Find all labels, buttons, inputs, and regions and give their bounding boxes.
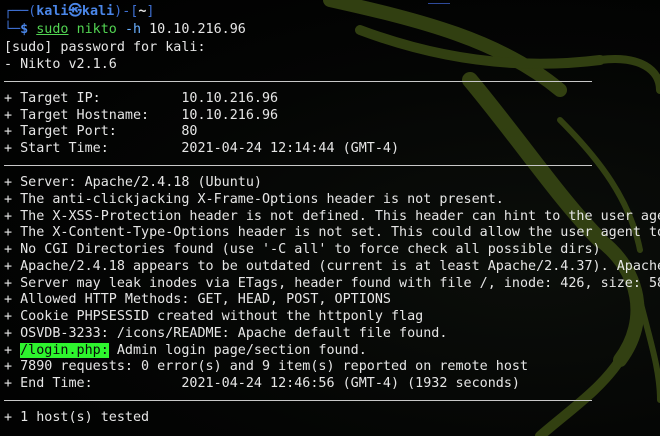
server-line: + Server: Apache/2.4.18 (Ubuntu): [4, 175, 262, 190]
separator-2: [4, 165, 592, 166]
hosts-tested: + 1 host(s) tested: [4, 410, 150, 425]
login-description: Admin login page/section found.: [108, 343, 367, 358]
start-time: + Start Time: 2021-04-24 12:14:44 (GMT-4…: [4, 141, 400, 156]
login-prefix: +: [4, 343, 21, 358]
cgi-line: + No CGI Directories found (use '-C all'…: [4, 242, 601, 257]
separator-1: [4, 81, 592, 82]
end-time: + End Time: 2021-04-24 12:46:56 (GMT-4) …: [4, 376, 520, 391]
command-argument: 10.10.216.96: [149, 22, 246, 37]
login-path-highlight[interactable]: /login.php:: [20, 343, 109, 358]
login-line: + /login.php: Admin login page/section f…: [4, 342, 367, 359]
prompt-at: ㉿: [68, 4, 82, 19]
outdated-line: + Apache/2.4.18 appears to be outdated (…: [4, 259, 660, 274]
nikto-version: - Nikto v2.1.6: [4, 57, 117, 72]
methods-line: + Allowed HTTP Methods: GET, HEAD, POST,…: [4, 292, 391, 307]
command-flag: -h: [124, 22, 142, 37]
terminal-window[interactable]: ┌──(kali㉿kali)-[~] └─$ sudo nikto -h 10.…: [0, 0, 660, 436]
osvdb-line: + OSVDB-3233: /icons/README: Apache defa…: [4, 326, 448, 341]
xss-line: + The X-XSS-Protection header is not def…: [4, 209, 660, 224]
target-port: + Target Port: 80: [4, 124, 198, 139]
prompt-line-1: ┌──(kali㉿kali)-[~]: [4, 4, 155, 19]
cookie-line: + Cookie PHPSESSID created without the h…: [4, 309, 424, 324]
etags-line: + Server may leak inodes via ETags, head…: [4, 276, 660, 291]
sudo-password-prompt: [sudo] password for kali:: [4, 40, 206, 55]
prompt-user: kali: [36, 4, 69, 19]
command-line[interactable]: └─$ sudo nikto -h 10.10.216.96: [4, 21, 246, 38]
clickjacking-line: + The anti-clickjacking X-Frame-Options …: [4, 192, 504, 207]
content-type-line: + The X-Content-Type-Options header is n…: [4, 225, 660, 240]
command-name: nikto: [76, 22, 117, 37]
target-ip: + Target IP: 10.10.216.96: [4, 91, 279, 106]
separator-3: [4, 400, 592, 401]
requests-line: + 7890 requests: 0 error(s) and 9 item(s…: [4, 359, 529, 374]
prompt-host: kali: [81, 4, 115, 19]
command-sudo: sudo: [36, 22, 69, 37]
target-hostname: + Target Hostname: 10.10.216.96: [4, 108, 279, 123]
